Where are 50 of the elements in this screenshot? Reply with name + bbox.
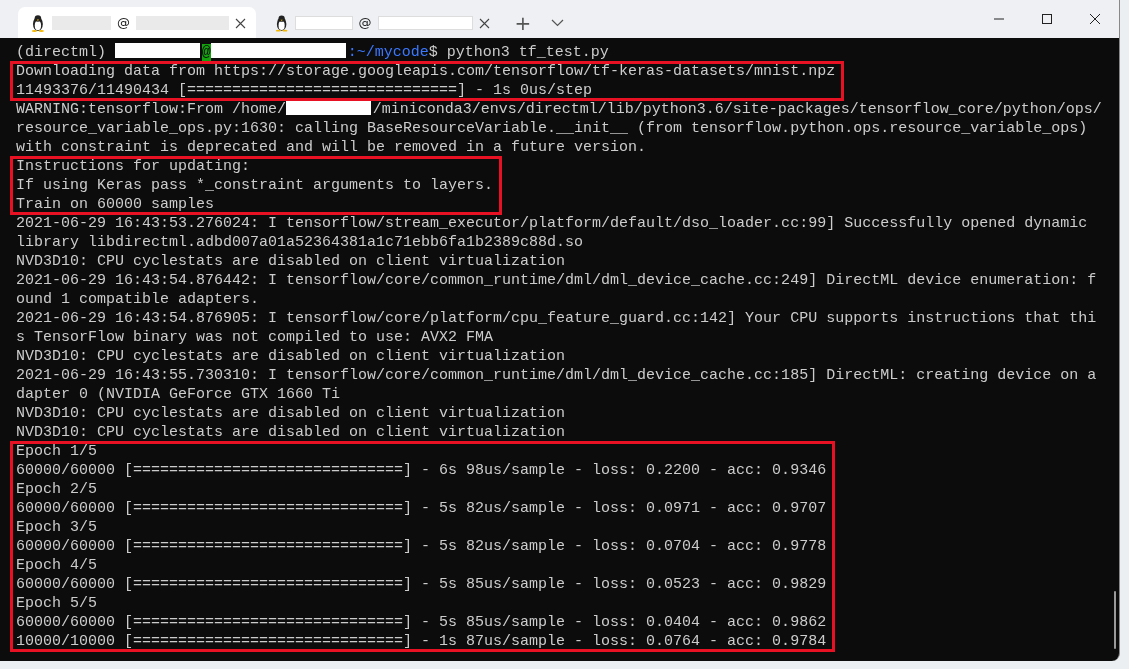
terminal-line: Downloading data from https://storage.googleapis.com/tensorflow/tf-keras-datasets/mnist.npz xyxy=(16,62,836,81)
terminal-line: 60000/60000 [==============================] - 5s 85us/sample - loss: 0.0404 - acc: 0.9862 xyxy=(16,613,827,632)
terminal-line: 2021-06-29 16:43:54.876442: I tensorflow/core/common_runtime/dml/dml_device_cache.cc:249] DirectML device enumeration: f xyxy=(16,271,1098,290)
prompt-path: :~/mycode xyxy=(347,44,429,61)
scrollbar-thumb[interactable] xyxy=(1114,591,1116,649)
terminal-line: 60000/60000 [==============================] - 5s 82us/sample - loss: 0.0704 - acc: 0.9778 xyxy=(16,537,827,556)
terminal-line: Instructions for updating: xyxy=(16,157,252,176)
terminal-line: 60000/60000 [==============================] - 6s 98us/sample - loss: 0.2200 - acc: 0.9346 xyxy=(16,461,827,480)
redaction xyxy=(295,15,353,30)
terminal-line: Train on 60000 samples xyxy=(16,195,216,214)
terminal-line: NVD3D10: CPU cyclestats are disabled on client virtualization xyxy=(16,252,567,271)
terminal-line: resource_variable_ops.py:1630: calling BaseResourceVariable.__init__ (from tensorflow.python.ops.resource_variable_ops) xyxy=(16,119,1089,138)
terminal-line: 60000/60000 [==============================] - 5s 85us/sample - loss: 0.0523 - acc: 0.9829 xyxy=(16,575,827,594)
terminal-line: 2021-06-29 16:43:54.876905: I tensorflow/core/platform/cpu_feature_guard.cc:142] Your CPU supports instructions that thi xyxy=(16,309,1098,328)
terminal-line: Epoch 4/5 xyxy=(16,556,98,575)
terminal-line: Epoch 2/5 xyxy=(16,480,98,499)
terminal-text: /miniconda3/envs/directml/lib/python3.6/site-packages/tensorflow_core/python/ops/ xyxy=(372,101,1102,118)
terminal-line: Epoch 1/5 xyxy=(16,442,98,461)
close-icon xyxy=(1090,14,1100,24)
penguin-icon xyxy=(274,13,290,32)
terminal-line: 2021-06-29 16:43:55.730310: I tensorflow/core/common_runtime/dml/dml_device_cache.cc:185] DirectML: creating device on a xyxy=(16,366,1098,385)
terminal-line: If using Keras pass *_constraint arguments to layers. xyxy=(16,176,494,195)
prompt-at: @ xyxy=(201,44,211,61)
terminal-tab[interactable]: @ xyxy=(18,7,256,38)
close-icon[interactable] xyxy=(235,17,246,29)
terminal-line: Epoch 3/5 xyxy=(16,518,98,537)
tab-title: @ xyxy=(358,13,372,32)
penguin-icon xyxy=(30,13,46,32)
terminal-text: $ python3 tf_test.py xyxy=(428,44,609,61)
new-tab-button[interactable]: + xyxy=(506,7,540,38)
terminal-line: NVD3D10: CPU cyclestats are disabled on client virtualization xyxy=(16,347,567,366)
terminal-line: 11493376/11490434 [==============================] - 1s 0us/step xyxy=(16,81,594,100)
terminal-line: NVD3D10: CPU cyclestats are disabled on client virtualization xyxy=(16,404,567,423)
terminal-line: library libdirectml.adbd007a01a52364381a1c71ebb6fa1b2389c88d.so xyxy=(16,233,585,252)
terminal-text: WARNING:tensorflow:From /home/ xyxy=(16,101,287,118)
chevron-down-icon xyxy=(550,18,564,27)
terminal-line: NVD3D10: CPU cyclestats are disabled on client virtualization xyxy=(16,423,567,442)
terminal-line: Epoch 5/5 xyxy=(16,594,98,613)
terminal-text: (directml) xyxy=(16,44,107,61)
terminal-line: ound 1 compatible adapters. xyxy=(16,290,261,309)
terminal-line: with constraint is deprecated and will be removed in a future version. xyxy=(16,138,648,157)
terminal-line: dapter 0 (NVIDIA GeForce GTX 1660 Ti xyxy=(16,385,342,404)
close-icon[interactable] xyxy=(479,17,490,29)
tab-title: @ xyxy=(117,13,131,32)
terminal-tab[interactable]: @ xyxy=(262,7,500,38)
terminal-line: s TensorFlow binary was not compiled to use: AVX2 FMA xyxy=(16,328,495,347)
terminal-line: 10000/10000 [==============================] - 1s 87us/sample - loss: 0.0764 - acc: 0.9784 xyxy=(16,632,827,651)
maximize-icon xyxy=(1042,14,1052,24)
terminal-line: 2021-06-29 16:43:53.276024: I tensorflow/stream_executor/platform/default/dso_loader.cc:99] Successfully opened dynamic xyxy=(16,214,1089,233)
terminal-line: 60000/60000 [==============================] - 5s 82us/sample - loss: 0.0971 - acc: 0.9707 xyxy=(16,499,827,518)
